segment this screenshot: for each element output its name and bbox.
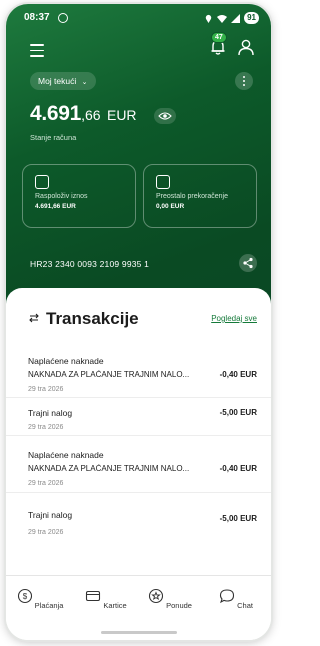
divider	[6, 397, 271, 398]
header-actions: 47	[209, 32, 255, 56]
view-all-link[interactable]: Pogledaj sve	[211, 314, 257, 323]
transaction-description: NAKNADA ZA PLAĆANJE TRAJNIM NALO...	[28, 464, 190, 473]
card-value: 0,00 EUR	[156, 203, 185, 210]
balance-integer: 4.691	[30, 102, 82, 125]
home-indicator[interactable]	[101, 631, 177, 634]
signal-icon	[231, 13, 241, 23]
nav-item-cards[interactable]: Kartice	[76, 588, 136, 610]
profile-icon[interactable]	[237, 38, 255, 56]
transaction-amount: -5,00 EUR	[219, 408, 257, 417]
overdraft-card[interactable]: Preostalo prekoračenje 0,00 EUR	[143, 164, 257, 228]
status-bar: 08:37 91	[24, 12, 259, 26]
status-right: 91	[204, 12, 259, 24]
transaction-amount: -0,40 EUR	[219, 370, 257, 379]
money-icon	[35, 175, 49, 189]
transaction-amount: -5,00 EUR	[219, 514, 257, 523]
share-icon	[243, 257, 253, 269]
offers-icon	[148, 588, 164, 604]
share-button[interactable]	[239, 254, 257, 272]
card-value: 4.691,66 EUR	[35, 203, 76, 210]
nav-item-payments[interactable]: $ Plaćanja	[10, 588, 70, 610]
menu-icon[interactable]	[30, 44, 44, 61]
wifi-icon	[217, 14, 228, 23]
status-time: 08:37	[24, 12, 50, 23]
transaction-title: Trajni nalog	[28, 510, 73, 520]
transactions-sheet: Transakcije Pogledaj sve Naplaćene nakna…	[6, 288, 271, 640]
divider	[6, 492, 271, 493]
divider	[6, 435, 271, 436]
nav-label: Plaćanja	[34, 601, 64, 610]
transaction-date: 29 tra 2026	[28, 386, 64, 393]
more-options-button[interactable]	[235, 72, 253, 90]
chevron-down-icon: ⌄	[81, 79, 88, 86]
transaction-title: Trajni nalog	[28, 408, 73, 418]
card-label: Preostalo prekoračenje	[156, 193, 228, 200]
nav-label: Ponude	[166, 601, 192, 610]
payments-icon: $	[17, 588, 32, 604]
transaction-title: Naplaćene naknade	[28, 450, 104, 460]
transaction-amount: -0,40 EUR	[219, 464, 257, 473]
account-iban: HR23 2340 0093 2109 9935 1	[30, 259, 150, 269]
sync-icon	[58, 13, 68, 23]
eye-icon	[158, 112, 172, 120]
transfer-arrows-icon	[29, 313, 39, 323]
notification-count-badge: 47	[211, 32, 227, 43]
transactions-title: Transakcije	[46, 309, 139, 328]
transaction-date: 29 tra 2026	[28, 529, 64, 536]
transaction-date: 29 tra 2026	[28, 424, 64, 431]
account-balance: 4.691,66 EUR	[30, 102, 137, 126]
balance-currency: EUR	[106, 107, 137, 123]
bottom-navigation: $ Plaćanja Kartice Ponude Chat	[6, 575, 271, 640]
nav-item-chat[interactable]: Chat	[206, 588, 266, 610]
battery-level: 91	[244, 12, 259, 24]
location-icon	[205, 14, 212, 23]
balance-label: Stanje računa	[30, 133, 77, 142]
transaction-date: 29 tra 2026	[28, 480, 64, 487]
svg-text:$: $	[22, 592, 27, 601]
notifications-button[interactable]: 47	[209, 32, 227, 56]
overdraft-icon	[156, 175, 170, 189]
transaction-description: NAKNADA ZA PLAĆANJE TRAJNIM NALO...	[28, 370, 190, 379]
account-selector[interactable]: Moj tekući ⌄	[30, 72, 96, 90]
toggle-balance-visibility-button[interactable]	[154, 108, 176, 124]
nav-item-offers[interactable]: Ponude	[140, 588, 200, 610]
phone-screen: 08:37 91 47 Moj tekući ⌄ 4.691,66 EUR St…	[6, 4, 271, 640]
card-label: Raspoloživ iznos	[35, 193, 88, 200]
account-selector-label: Moj tekući	[38, 76, 77, 86]
card-icon	[86, 590, 101, 602]
nav-label: Chat	[237, 601, 253, 610]
transaction-title: Naplaćene naknade	[28, 356, 104, 366]
chat-icon	[219, 589, 235, 604]
nav-label: Kartice	[103, 601, 127, 610]
balance-fraction: ,66	[81, 107, 101, 123]
available-amount-card[interactable]: Raspoloživ iznos 4.691,66 EUR	[22, 164, 136, 228]
